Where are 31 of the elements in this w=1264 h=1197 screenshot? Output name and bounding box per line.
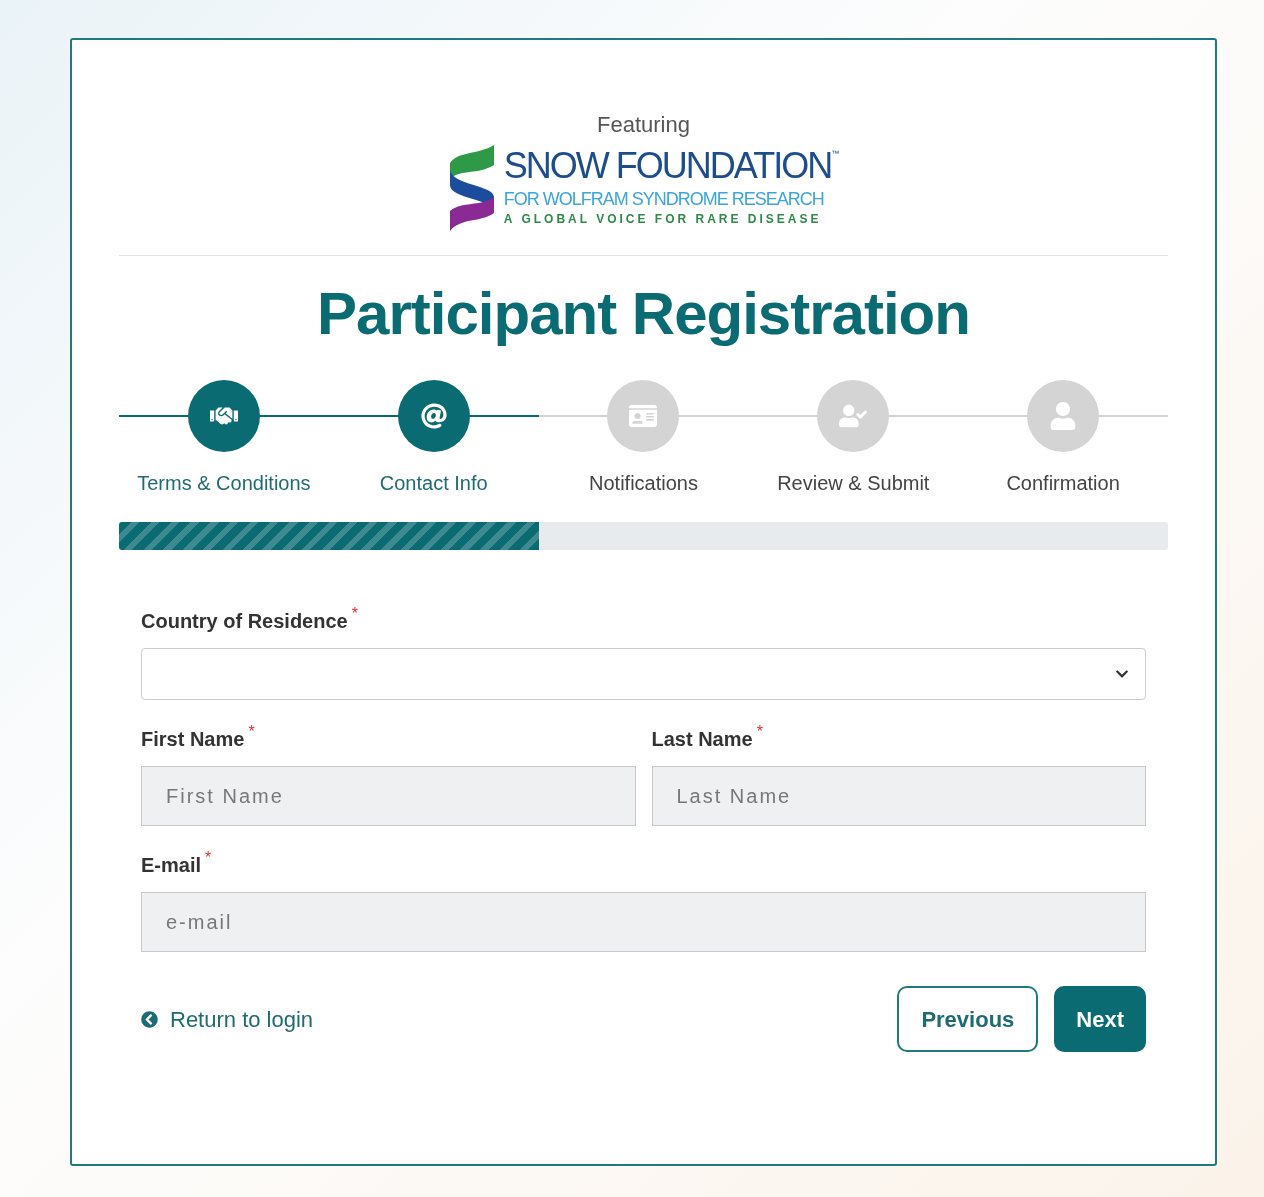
first-name-field[interactable]: First Name — [141, 766, 636, 826]
last-name-field[interactable]: Last Name — [651, 766, 1146, 826]
required-asterisk: * — [205, 850, 212, 866]
logo-name: SNOW FOUNDATION — [503, 147, 832, 184]
logo-tagline: A GLOBAL VOICE FOR RARE DISEASE — [503, 211, 823, 229]
field-label: Country of Residence — [141, 609, 348, 634]
user-check-icon — [839, 402, 868, 430]
ribbon-logo-icon — [447, 145, 496, 231]
country-select[interactable] — [141, 648, 1146, 700]
logo-subtitle: FOR WOLFRAM SYNDROME RESEARCH — [503, 187, 825, 211]
at-sign-icon — [420, 403, 447, 429]
step-label: Terms & Conditions — [137, 471, 311, 496]
required-asterisk: * — [248, 724, 255, 740]
user-icon — [1049, 402, 1078, 430]
step-label: Notifications — [589, 471, 698, 496]
trademark-mark: ™ — [831, 147, 840, 158]
required-asterisk: * — [756, 724, 763, 740]
return-to-login-link[interactable]: Return to login — [170, 1002, 314, 1036]
required-asterisk: * — [351, 606, 358, 622]
field-label: E-mail — [141, 853, 202, 878]
id-card-icon — [629, 402, 658, 430]
featuring-text: Featuring — [597, 111, 690, 139]
step-label: Contact Info — [379, 471, 488, 496]
email-field[interactable]: e-mail — [141, 892, 1146, 952]
step-label: Confirmation — [1006, 471, 1120, 496]
field-label: Last Name — [651, 727, 753, 752]
page-title: Participant Registration — [316, 284, 971, 344]
next-button[interactable]: Next — [1054, 986, 1146, 1052]
field-label: First Name — [141, 727, 245, 752]
previous-button[interactable]: Previous — [897, 986, 1039, 1052]
step-label: Review & Submit — [777, 471, 930, 496]
